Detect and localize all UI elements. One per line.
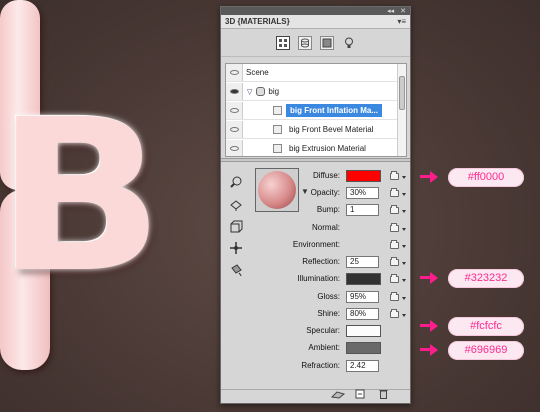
filter-toolbar: [221, 29, 410, 57]
visibility-eye-icon[interactable]: [226, 102, 243, 119]
callout-ambient-color: #696969: [448, 341, 524, 360]
callout-arrow-icon: [420, 170, 438, 184]
panel-menu-icon[interactable]: ▾≡: [397, 17, 406, 26]
material-drop-tool-icon[interactable]: [227, 196, 244, 213]
refraction-label: Refraction:: [301, 361, 340, 370]
paint-bucket-tool-icon[interactable]: [227, 261, 244, 278]
tree-row-mesh[interactable]: ▽ big: [226, 83, 398, 101]
ambient-swatch[interactable]: [346, 342, 381, 354]
tree-row-material[interactable]: big Front Bevel Material: [226, 121, 398, 139]
expand-triangle-icon[interactable]: ▽: [247, 88, 252, 96]
gloss-label: Gloss:: [317, 292, 340, 301]
bump-label: Bump:: [316, 205, 340, 214]
callout-diffuse-color: #ff0000: [448, 168, 524, 187]
callout-specular-color: #fcfcfc: [448, 317, 524, 336]
specular-label: Specular:: [306, 326, 340, 335]
scrollbar-thumb[interactable]: [399, 76, 405, 110]
panel-resize-divider[interactable]: [221, 158, 410, 162]
illumination-label: Illumination:: [297, 274, 340, 283]
material-icon: [273, 144, 282, 153]
tree-row-label: Scene: [246, 68, 269, 77]
move-tool-icon[interactable]: [227, 239, 244, 256]
panel-titlebar: 3D {MATERIALS} ▾≡: [221, 15, 410, 29]
material-icon: [273, 125, 282, 134]
panel-tab-title[interactable]: 3D {MATERIALS}: [225, 17, 290, 26]
render-toggle-icon[interactable]: [330, 390, 346, 401]
material-icon: [273, 106, 282, 115]
mesh-tool-icon[interactable]: [227, 218, 244, 235]
shine-label: Shine:: [317, 309, 340, 318]
panel-bottom-bar: [221, 389, 410, 403]
shine-texture-folder-icon[interactable]: [390, 309, 399, 318]
new-item-icon[interactable]: [355, 389, 365, 401]
reflection-texture-folder-icon[interactable]: [390, 257, 399, 266]
bump-texture-folder-icon[interactable]: [390, 205, 399, 214]
normal-texture-folder-icon[interactable]: [390, 223, 399, 232]
opacity-label: Opacity:: [310, 188, 340, 197]
visibility-eye-icon[interactable]: [226, 83, 243, 100]
diffuse-texture-menu-icon[interactable]: [402, 176, 406, 179]
background-letter-b: B: [0, 74, 165, 319]
filter-whole-scene-icon[interactable]: [275, 35, 290, 50]
tree-row-scene[interactable]: Scene: [226, 64, 398, 82]
bump-field[interactable]: 1: [346, 204, 379, 216]
callout-illumination-color: #323232: [448, 269, 524, 288]
shine-texture-menu-icon[interactable]: [402, 314, 406, 317]
tree-row-label: big: [268, 87, 280, 96]
opacity-field[interactable]: 30%: [346, 187, 379, 199]
callout-arrow-icon: [420, 343, 438, 357]
tree-row-material-selected[interactable]: big Front Inflation Ma...: [226, 102, 398, 120]
bump-texture-menu-icon[interactable]: [402, 210, 406, 213]
environment-label: Environment:: [292, 240, 340, 249]
panel-top-strip: ◂◂ ✕: [221, 7, 410, 15]
tree-scrollbar[interactable]: [397, 64, 406, 156]
illumination-swatch[interactable]: [346, 273, 381, 285]
diffuse-swatch[interactable]: [346, 170, 381, 182]
visibility-eye-icon[interactable]: [226, 140, 243, 156]
opacity-texture-menu-icon[interactable]: [402, 193, 406, 196]
callout-arrow-icon: [420, 319, 438, 333]
trash-icon[interactable]: [379, 389, 388, 401]
tree-row-label: big Front Bevel Material: [289, 125, 374, 134]
filter-meshes-icon[interactable]: [297, 35, 312, 50]
reflection-field[interactable]: 25: [346, 256, 379, 268]
illumination-texture-folder-icon[interactable]: [390, 274, 399, 283]
tree-row-material[interactable]: big Extrusion Material: [226, 140, 398, 156]
materials-panel: ◂◂ ✕ 3D {MATERIALS} ▾≡ Scene ▽ big big F…: [220, 6, 411, 404]
scene-tree: Scene ▽ big big Front Inflation Ma... bi…: [225, 63, 407, 157]
environment-texture-menu-icon[interactable]: [402, 245, 406, 248]
tree-row-label: big Front Inflation Ma...: [286, 104, 382, 117]
environment-texture-folder-icon[interactable]: [390, 240, 399, 249]
ambient-label: Ambient:: [308, 343, 340, 352]
filter-materials-icon[interactable]: [319, 35, 334, 50]
reflection-texture-menu-icon[interactable]: [402, 262, 406, 265]
shine-field[interactable]: 80%: [346, 308, 379, 320]
reflection-label: Reflection:: [302, 257, 340, 266]
mesh-icon: [256, 87, 266, 96]
illumination-texture-menu-icon[interactable]: [402, 279, 406, 282]
visibility-eye-icon[interactable]: [226, 121, 243, 138]
gloss-texture-menu-icon[interactable]: [402, 297, 406, 300]
callout-arrow-icon: [420, 271, 438, 285]
normal-texture-menu-icon[interactable]: [402, 228, 406, 231]
normal-label: Normal:: [311, 223, 340, 232]
tree-row-label: big Extrusion Material: [289, 144, 366, 153]
gloss-field[interactable]: 95%: [346, 291, 379, 303]
specular-swatch[interactable]: [346, 325, 381, 337]
diffuse-texture-folder-icon[interactable]: [390, 171, 399, 180]
opacity-texture-folder-icon[interactable]: [390, 188, 399, 197]
filter-lights-icon[interactable]: [342, 36, 356, 50]
visibility-eye-icon[interactable]: [226, 64, 243, 81]
close-icon[interactable]: ✕: [400, 8, 406, 15]
refraction-field[interactable]: 2.42: [346, 360, 379, 372]
gloss-texture-folder-icon[interactable]: [390, 292, 399, 301]
collapse-icon[interactable]: ◂◂: [387, 8, 394, 15]
diffuse-label: Diffuse:: [313, 171, 340, 180]
material-select-tool-icon[interactable]: [227, 173, 244, 190]
